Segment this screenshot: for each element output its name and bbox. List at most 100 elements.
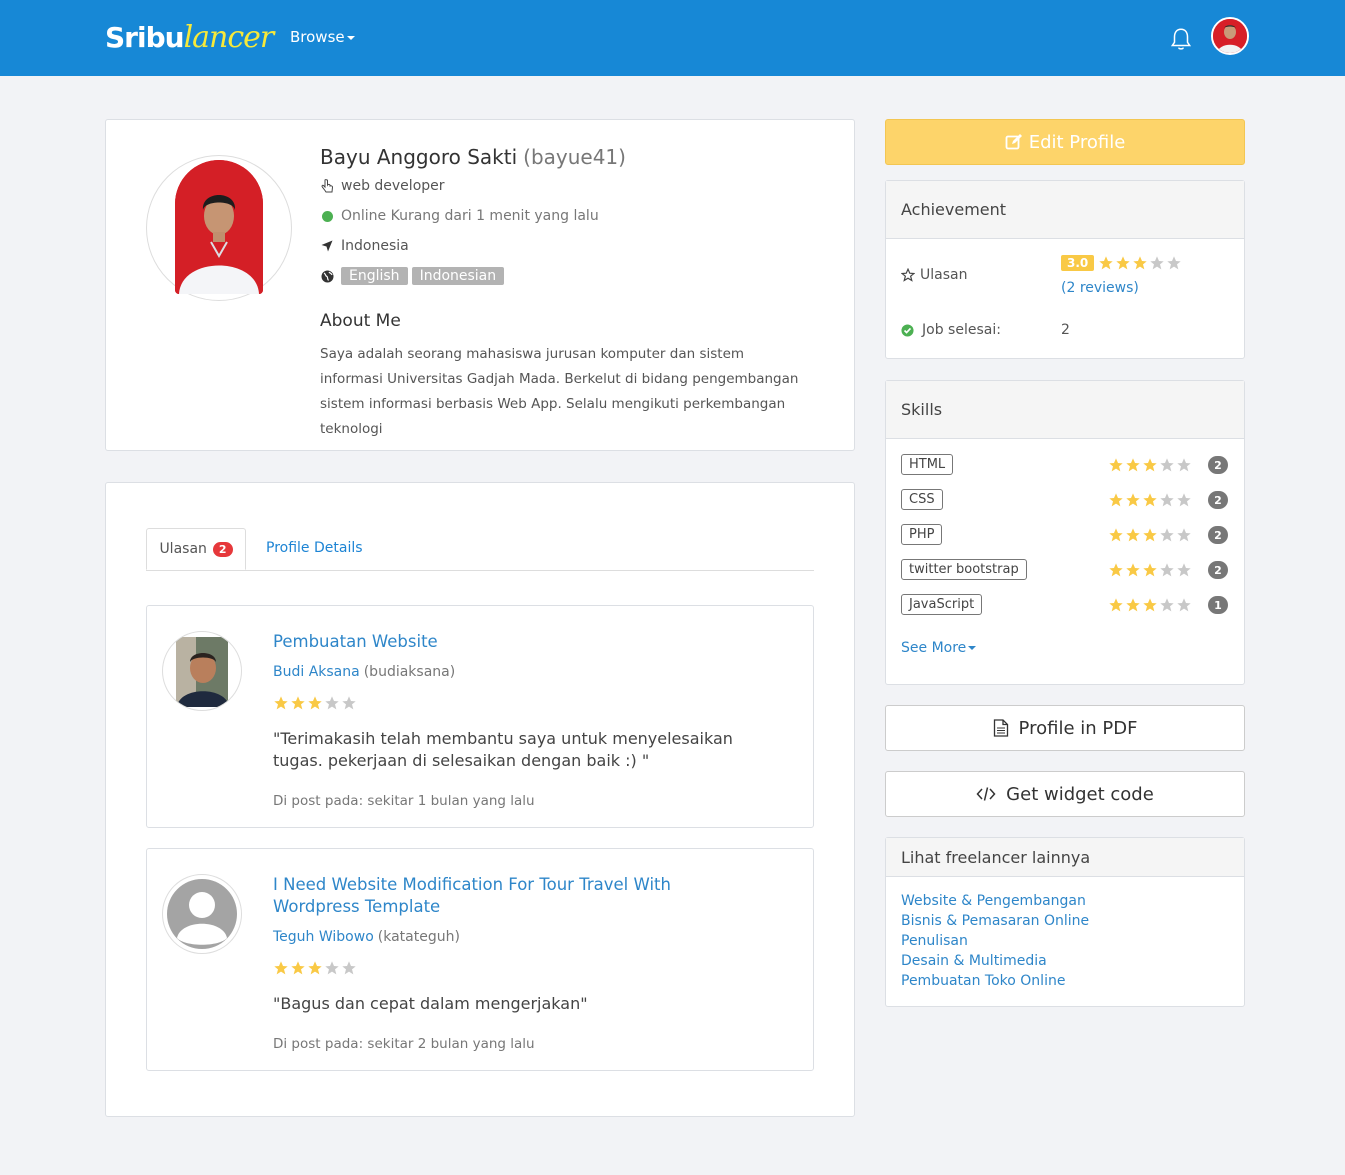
review-date: Di post pada: sekitar 2 bulan yang lalu [273,1036,535,1052]
reviewer-name-link[interactable]: Teguh Wibowo [273,929,374,945]
review-project-title[interactable]: I Need Website Modification For Tour Tra… [273,874,753,918]
skill-tag[interactable]: HTML [901,454,954,475]
reviews-label: Ulasan [920,267,968,283]
star-filled-icon [1109,563,1123,577]
skill-tag[interactable]: CSS [901,489,943,510]
category-link-design[interactable]: Desain & Multimedia [901,951,1089,971]
star-filled-icon [1116,256,1130,270]
online-status: Online Kurang dari 1 menit yang lalu [320,208,599,224]
see-more-label: See More [901,640,967,656]
username: (bayue41) [523,145,626,169]
star-filled-icon [1126,493,1140,507]
star-filled-icon [1126,528,1140,542]
achievement-panel: Achievement Ulasan 3.0 (2 reviews) Job s… [885,180,1245,359]
tab-reviews[interactable]: Ulasan 2 [146,528,246,570]
star-empty-icon [342,696,356,710]
star-filled-icon [1126,458,1140,472]
get-widget-code-button[interactable]: Get widget code [885,771,1245,817]
star-empty-icon [1167,256,1181,270]
caret-down-icon [346,35,355,40]
tab-profile-details[interactable]: Profile Details [266,540,363,556]
status-text: Online Kurang dari 1 menit yang lalu [341,208,599,224]
achievement-rating-stars [1098,255,1183,271]
review-item: I Need Website Modification For Tour Tra… [146,848,814,1071]
star-filled-icon [1143,563,1157,577]
star-empty-icon [1177,458,1191,472]
other-freelancers-panel: Lihat freelancer lainnya Website & Penge… [885,837,1245,1007]
hand-pointer-icon [320,179,334,193]
reviewer-name-link[interactable]: Budi Aksana [273,664,360,680]
profile-location: Indonesia [320,238,409,254]
skill-count-badge: 2 [1208,526,1228,544]
check-circle-icon [901,323,914,337]
online-dot-icon [320,209,334,223]
profile-pdf-button[interactable]: Profile in PDF [885,705,1245,751]
skill-count-badge: 2 [1208,491,1228,509]
browse-menu[interactable]: Browse [290,28,355,46]
reviews-count-link[interactable]: (2 reviews) [1061,280,1139,296]
about-me-text: Saya adalah seorang mahasiswa jurusan ko… [320,346,799,437]
category-link-online-store[interactable]: Pembuatan Toko Online [901,971,1089,991]
widget-code-label: Get widget code [1006,783,1154,805]
star-empty-icon [1160,563,1174,577]
profile-name: Bayu Anggoro Sakti (bayue41) [320,145,626,169]
star-filled-icon [1133,256,1147,270]
category-link-writing[interactable]: Penulisan [901,931,1089,951]
star-empty-icon [325,961,339,975]
category-link-marketing[interactable]: Bisnis & Pemasaran Online [901,911,1089,931]
skill-count-badge: 1 [1208,596,1228,614]
star-filled-icon [1126,598,1140,612]
rating-badge: 3.0 [1061,255,1095,271]
review-text: "Bagus dan cepat dalam mengerjakan" [273,994,588,1013]
star-empty-icon [1150,256,1164,270]
skill-rating-stars [1108,457,1193,473]
skill-rating-stars [1108,492,1193,508]
reviewer-info: Teguh Wibowo (katateguh) [273,929,460,945]
globe-icon [320,269,334,283]
review-rating-stars [273,960,358,976]
top-navbar: Sribu lancer Browse [0,0,1345,76]
category-link-website[interactable]: Website & Pengembangan [901,891,1089,911]
star-empty-icon [1160,493,1174,507]
bell-icon[interactable] [1168,26,1194,52]
review-project-title[interactable]: Pembuatan Website [273,631,753,653]
category-links: Website & Pengembangan Bisnis & Pemasara… [901,891,1089,991]
star-filled-icon [1109,458,1123,472]
achievement-reviews-label: Ulasan [901,267,967,283]
star-empty-icon [325,696,339,710]
star-filled-icon [1143,458,1157,472]
code-icon [976,786,996,802]
star-filled-icon [291,961,305,975]
star-filled-icon [274,961,288,975]
reviews-card: Ulasan 2 Profile Details Pembuatan Websi… [105,482,855,1117]
skill-rating-stars [1108,597,1193,613]
see-more-link[interactable]: See More [901,640,977,656]
reviewer-avatar-placeholder[interactable] [162,874,242,954]
star-filled-icon [308,961,322,975]
review-text: "Terimakasih telah membantu saya untuk m… [273,729,733,770]
language-badge: English [341,267,408,285]
star-filled-icon [308,696,322,710]
user-avatar[interactable] [1211,17,1249,55]
skill-count-badge: 2 [1208,456,1228,474]
skill-tag[interactable]: PHP [901,524,943,545]
star-empty-icon [342,961,356,975]
star-filled-icon [1126,563,1140,577]
achievement-heading: Achievement [886,181,1244,239]
skill-count-badge: 2 [1208,561,1228,579]
star-filled-icon [291,696,305,710]
profile-card: Bayu Anggoro Sakti (bayue41) web develope… [105,119,855,451]
skill-tag[interactable]: JavaScript [901,594,983,615]
reviewer-avatar[interactable] [162,631,242,711]
star-filled-icon [1143,493,1157,507]
skill-tag[interactable]: twitter bootstrap [901,559,1027,580]
reviewer-username: (katateguh) [377,929,460,945]
edit-profile-button[interactable]: Edit Profile [885,119,1245,165]
reviewer-username: (budiaksana) [363,664,456,680]
edit-profile-label: Edit Profile [1028,131,1126,153]
role-text: web developer [341,178,445,194]
review-rating-stars [273,695,358,711]
reviews-count-badge: 2 [212,541,233,557]
sribulancer-logo[interactable]: Sribu lancer [105,20,274,56]
star-filled-icon [1109,598,1123,612]
